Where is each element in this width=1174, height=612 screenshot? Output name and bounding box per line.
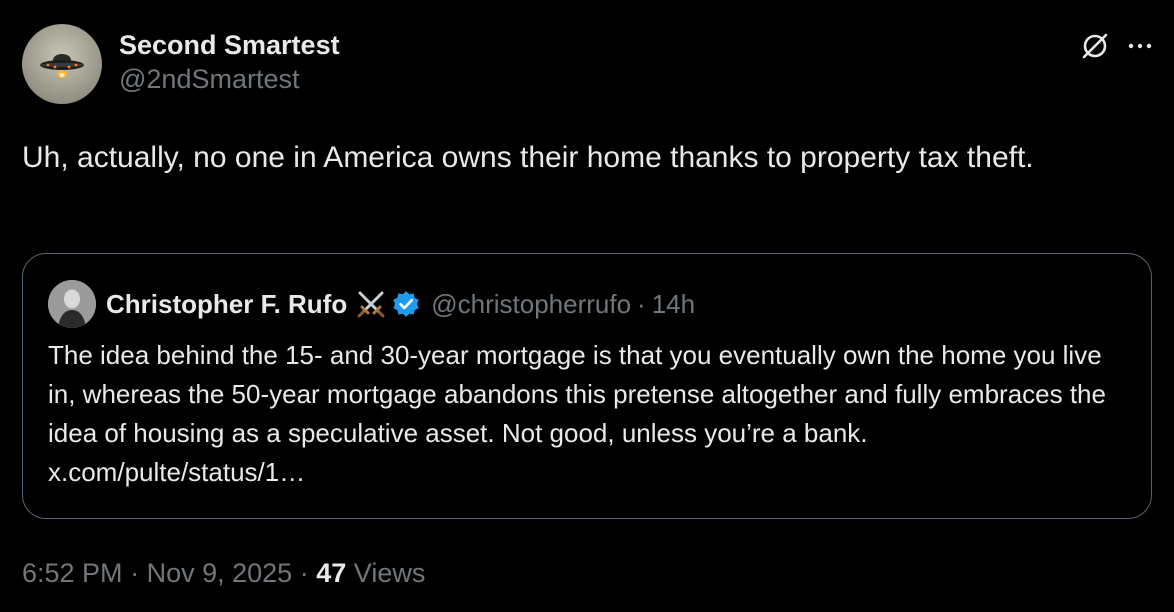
ufo-icon	[40, 54, 84, 78]
quoted-tweet-text: The idea behind the 15- and 30-year mort…	[48, 340, 1106, 487]
quoted-time[interactable]: 14h	[652, 289, 695, 320]
quoted-avatar[interactable]	[48, 280, 96, 328]
quoted-tweet-header: Christopher F. Rufo @christopherrufo · 1…	[48, 278, 695, 330]
post-time[interactable]: 6:52 PM	[22, 558, 123, 588]
crossed-swords-icon	[355, 288, 387, 320]
author-names: Second Smartest @2ndSmartest	[119, 28, 340, 96]
tweet-meta: 6:52 PM · Nov 9, 2025 · 47 Views	[22, 553, 425, 593]
author-handle[interactable]: @2ndSmartest	[119, 62, 340, 96]
quoted-tweet[interactable]: Christopher F. Rufo @christopherrufo · 1…	[22, 253, 1152, 519]
quoted-separator: ·	[637, 288, 646, 319]
author-display-name[interactable]: Second Smartest	[119, 28, 340, 62]
views-count: 47	[316, 558, 347, 588]
tweet-top-actions	[1080, 28, 1152, 64]
tweet-header: Second Smartest @2ndSmartest	[22, 22, 1152, 106]
more-icon[interactable]	[1128, 42, 1152, 50]
post-date[interactable]: Nov 9, 2025	[147, 558, 293, 588]
tweet: Second Smartest @2ndSmartest Uh, actuall…	[0, 0, 1174, 612]
verified-badge-icon	[391, 289, 421, 319]
quoted-display-name[interactable]: Christopher F. Rufo	[106, 289, 347, 320]
grok-icon[interactable]	[1080, 31, 1110, 61]
tweet-text: Uh, actually, no one in America owns the…	[22, 141, 1034, 174]
views-label: Views	[353, 558, 426, 588]
meta-separator-1: ·	[130, 558, 140, 588]
meta-separator-2: ·	[299, 558, 309, 588]
avatar[interactable]	[22, 24, 102, 104]
quoted-handle[interactable]: @christopherrufo	[431, 289, 631, 320]
